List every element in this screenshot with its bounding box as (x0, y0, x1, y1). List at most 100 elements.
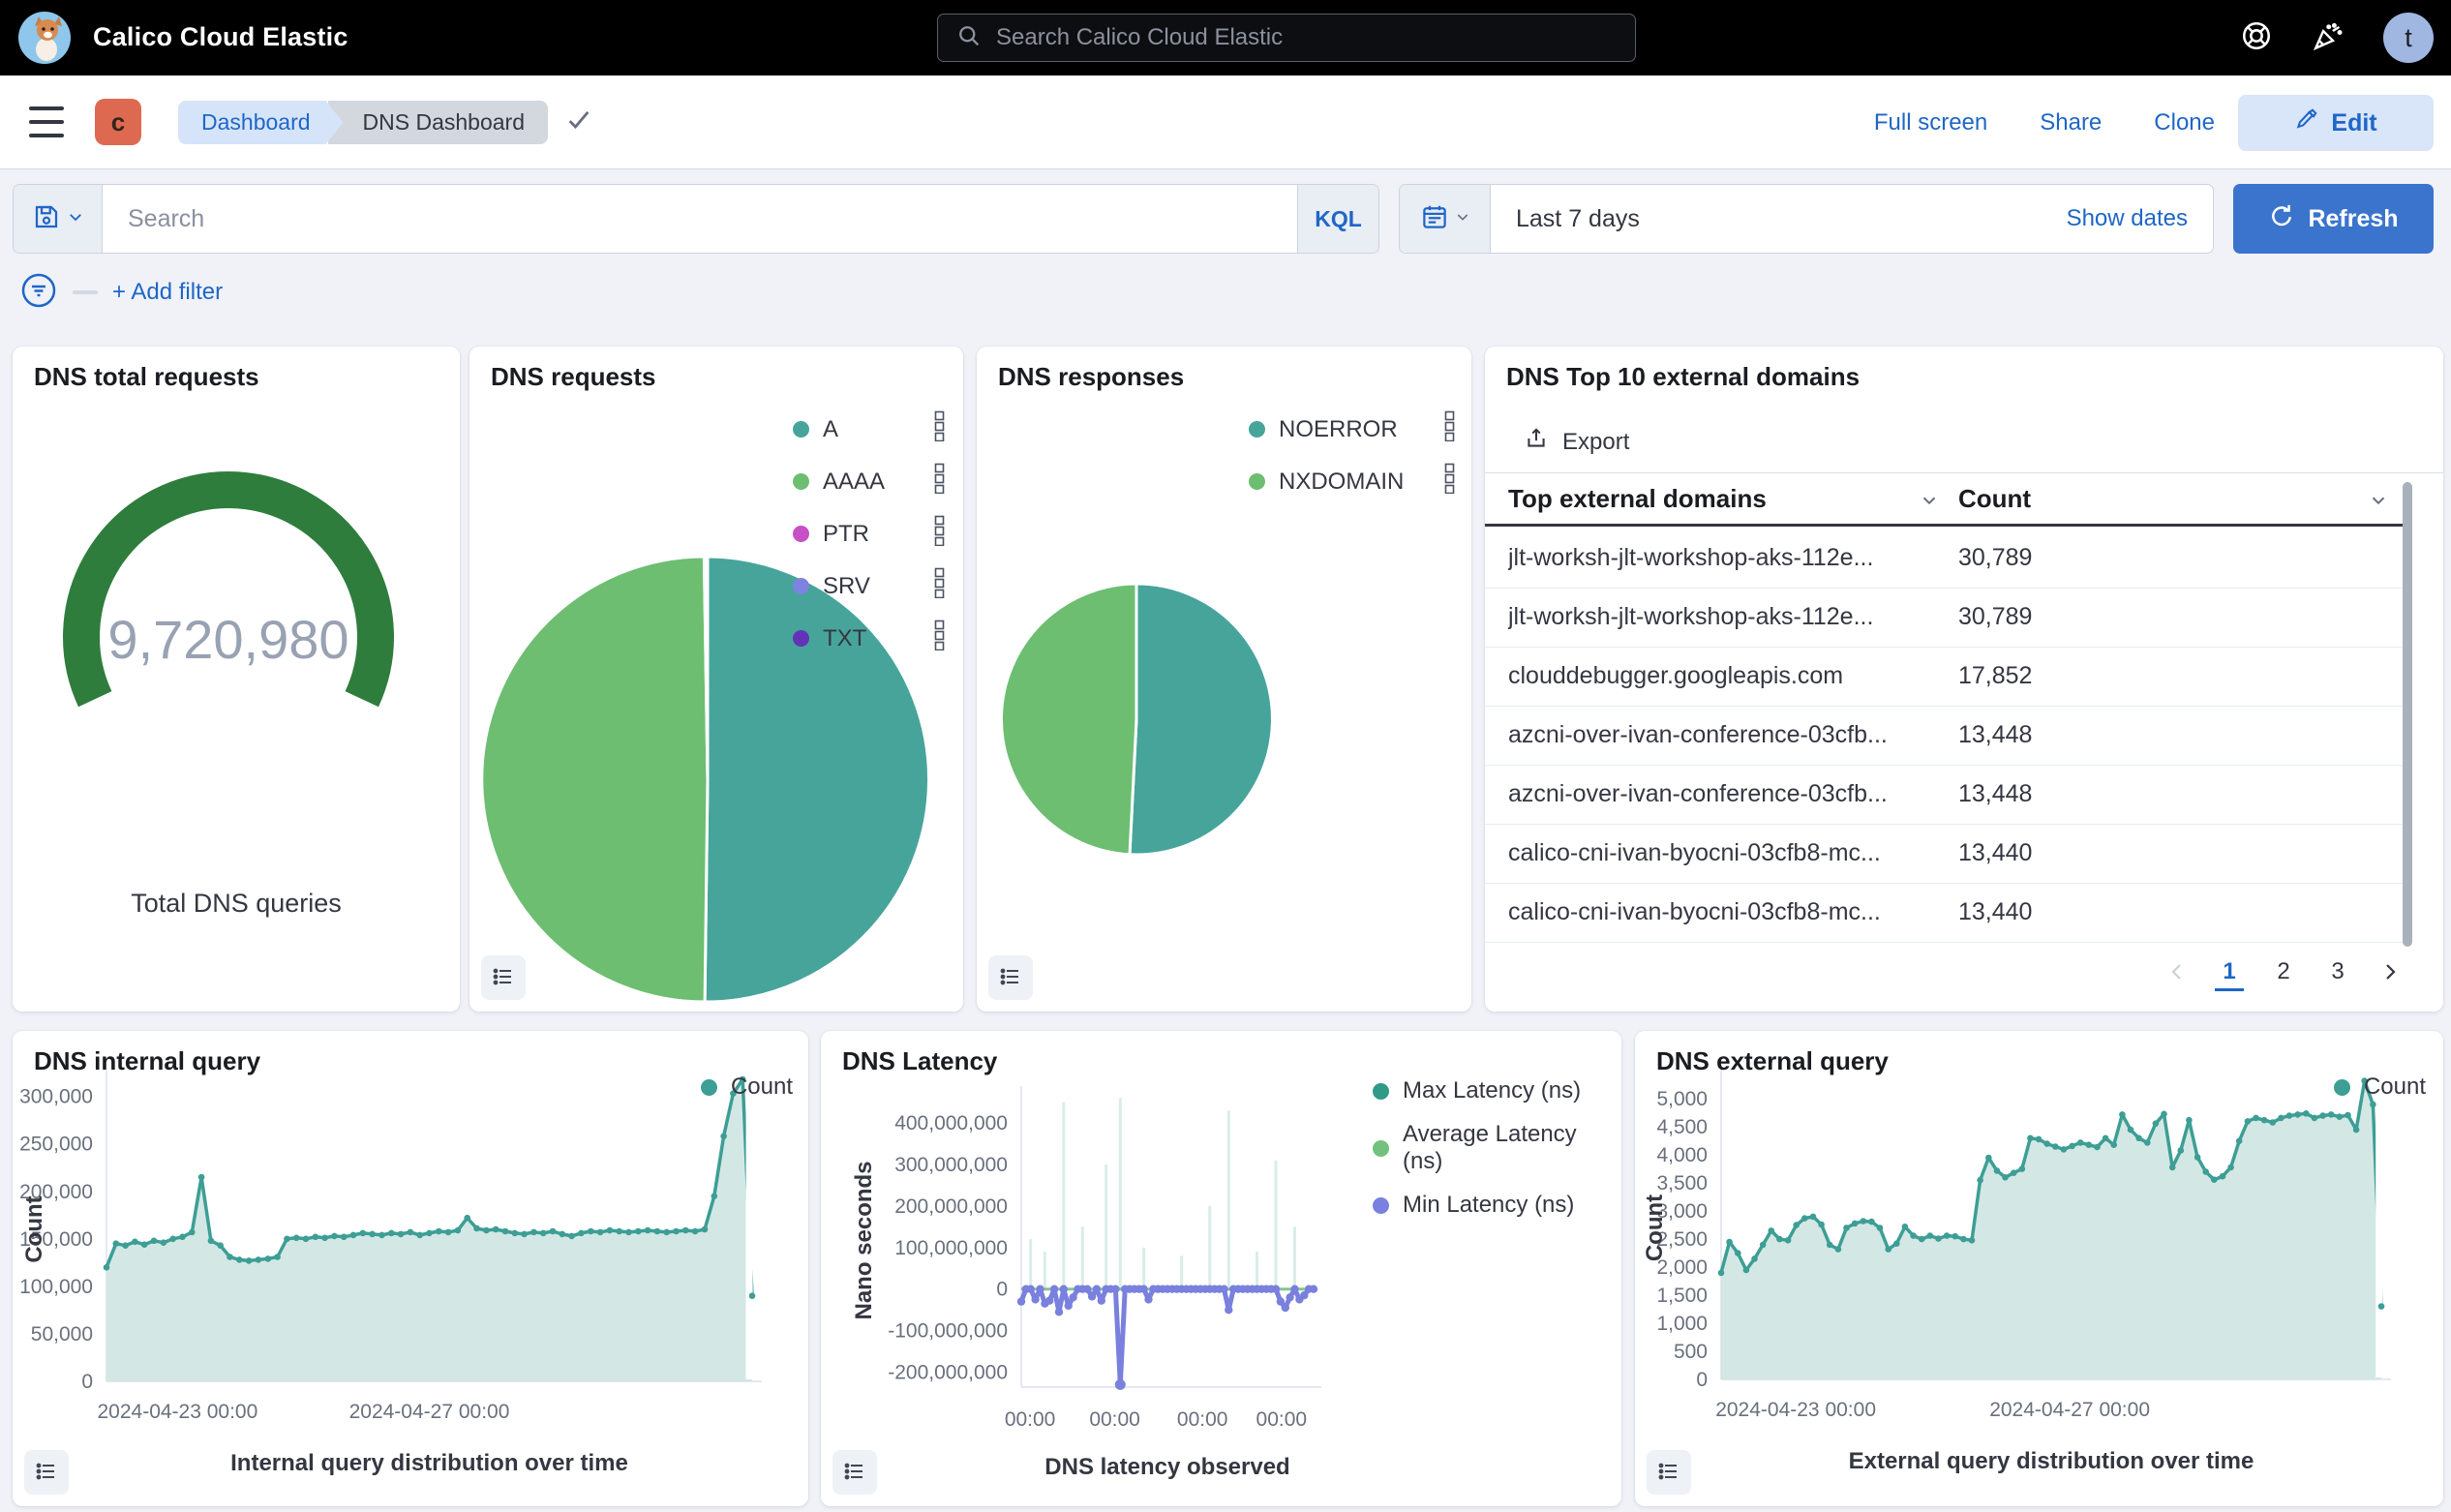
panel-legend-toggle-button[interactable] (988, 955, 1033, 1000)
legend-actions-icon[interactable] (1443, 410, 1456, 448)
cell-domain: calico-cni-ivan-byocni-03cfb8-mc... (1508, 898, 1924, 926)
show-dates-button[interactable]: Show dates (2067, 205, 2213, 232)
gauge-label: Total DNS queries (13, 889, 460, 919)
pie-slice[interactable] (1001, 584, 1136, 855)
svg-text:200,000,000: 200,000,000 (894, 1195, 1008, 1218)
pie-slice[interactable] (707, 557, 708, 779)
query-search-input[interactable] (128, 205, 1297, 233)
cell-domain: calico-cni-ivan-byocni-03cfb8-mc... (1508, 839, 1924, 867)
full-screen-button[interactable]: Full screen (1874, 109, 1987, 136)
legend-dot (1249, 473, 1265, 490)
help-icon[interactable] (2240, 19, 2273, 57)
svg-text:4,500: 4,500 (1656, 1116, 1708, 1138)
global-search-input[interactable] (996, 24, 1618, 51)
column-header-count[interactable]: Count (1958, 484, 2031, 514)
svg-text:00:00: 00:00 (1005, 1408, 1056, 1431)
legend-actions-icon[interactable] (933, 515, 946, 553)
svg-text:3,500: 3,500 (1656, 1172, 1708, 1194)
page-number-button[interactable]: 2 (2269, 958, 2298, 991)
legend-item[interactable]: Count (701, 1074, 793, 1101)
legend-item[interactable]: Max Latency (ns) (1373, 1077, 1621, 1104)
table-row: calico-cni-ivan-byocni-03cfb8-mc...13,44… (1485, 884, 2406, 943)
page-number-button[interactable]: 3 (2323, 958, 2352, 991)
legend-item[interactable]: SRV (793, 567, 946, 605)
table-row: clouddebugger.googleapis.com17,852 (1485, 648, 2406, 707)
legend-label: Average Latency (ns) (1403, 1121, 1621, 1175)
table-body: jlt-worksh-jlt-workshop-aks-112e...30,78… (1485, 529, 2406, 943)
save-icon (32, 202, 61, 236)
cell-count: 13,448 (1958, 780, 2032, 808)
legend-dot (793, 526, 809, 542)
legend-item[interactable]: Count (2334, 1074, 2426, 1101)
svg-text:500: 500 (1674, 1341, 1708, 1363)
clone-button[interactable]: Clone (2154, 109, 2215, 136)
cell-count: 30,789 (1958, 603, 2032, 631)
dashboard-nav-bar: c Dashboard DNS Dashboard Full screen Sh… (0, 76, 2451, 169)
legend-item[interactable]: Min Latency (ns) (1373, 1192, 1621, 1219)
legend-actions-icon[interactable] (933, 410, 946, 448)
kql-language-button[interactable]: KQL (1297, 185, 1378, 253)
legend-item[interactable]: PTR (793, 515, 946, 553)
cell-count: 17,852 (1958, 662, 2032, 690)
legend-actions-icon[interactable] (933, 567, 946, 605)
saved-query-menu-button[interactable] (14, 185, 103, 253)
pie-slice[interactable] (482, 557, 708, 1002)
filter-divider (73, 290, 98, 294)
legend-label: AAAA (823, 469, 885, 496)
legend-actions-icon[interactable] (933, 620, 946, 657)
share-button[interactable]: Share (2040, 109, 2102, 136)
svg-text:Nano seconds: Nano seconds (851, 1161, 877, 1319)
legend-label: SRV (823, 573, 870, 600)
column-sort-icon[interactable] (2368, 490, 2389, 516)
add-filter-button[interactable]: + Add filter (112, 279, 223, 306)
legend-item[interactable]: TXT (793, 620, 946, 657)
legend-actions-icon[interactable] (933, 463, 946, 500)
panel-legend-toggle-button[interactable] (832, 1450, 877, 1495)
edit-button[interactable]: Edit (2238, 95, 2434, 151)
calico-logo[interactable] (17, 11, 72, 65)
table-row: azcni-over-ivan-conference-03cfb...13,44… (1485, 766, 2406, 825)
breadcrumb-dns-dashboard[interactable]: DNS Dashboard (328, 101, 548, 144)
legend-actions-icon[interactable] (1443, 463, 1456, 500)
space-badge[interactable]: c (95, 99, 141, 145)
table-scrollbar[interactable] (2403, 482, 2412, 947)
menu-icon[interactable] (29, 106, 64, 137)
export-icon (1524, 426, 1549, 458)
pie-slice[interactable] (1130, 584, 1272, 855)
time-range-value[interactable]: Last 7 days (1491, 205, 2067, 233)
filter-icon[interactable] (19, 271, 58, 315)
gauge-value: 9,720,980 (107, 609, 348, 670)
legend-dot (1373, 1197, 1389, 1214)
svg-text:4,000: 4,000 (1656, 1144, 1708, 1166)
global-search[interactable] (937, 14, 1636, 62)
panel-legend-toggle-button[interactable] (481, 955, 526, 1000)
column-sort-icon[interactable] (1919, 490, 1940, 516)
panel-legend-toggle-button[interactable] (24, 1450, 69, 1495)
legend-dot (701, 1079, 717, 1096)
page-number-button[interactable]: 1 (2215, 958, 2244, 991)
panel-title: DNS Latency (842, 1046, 997, 1076)
refresh-button[interactable]: Refresh (2233, 184, 2434, 254)
legend-item[interactable]: NOERROR (1249, 410, 1456, 448)
next-page-button[interactable] (2377, 960, 2401, 990)
export-button[interactable]: Export (1524, 426, 1629, 458)
news-party-icon[interactable] (2312, 19, 2345, 57)
breadcrumb-dashboard[interactable]: Dashboard (178, 101, 344, 144)
column-header-domains[interactable]: Top external domains (1508, 484, 1767, 514)
legend-item[interactable]: NXDOMAIN (1249, 463, 1456, 500)
legend-item[interactable]: A (793, 410, 946, 448)
prev-page-button[interactable] (2166, 960, 2190, 990)
svg-text:Count: Count (21, 1195, 47, 1262)
panel-legend-toggle-button[interactable] (1647, 1450, 1691, 1495)
panel-title: DNS internal query (34, 1046, 260, 1076)
panel-title: DNS external query (1656, 1046, 1889, 1076)
chevron-down-icon (67, 208, 84, 230)
legend-item[interactable]: Average Latency (ns) (1373, 1121, 1621, 1175)
svg-text:100,000: 100,000 (19, 1276, 93, 1298)
user-avatar[interactable]: t (2383, 13, 2434, 63)
calendar-menu-button[interactable] (1400, 185, 1491, 253)
svg-text:400,000,000: 400,000,000 (894, 1112, 1008, 1134)
divider (1485, 472, 2443, 473)
legend-item[interactable]: AAAA (793, 463, 946, 500)
app-title: Calico Cloud Elastic (93, 22, 348, 52)
